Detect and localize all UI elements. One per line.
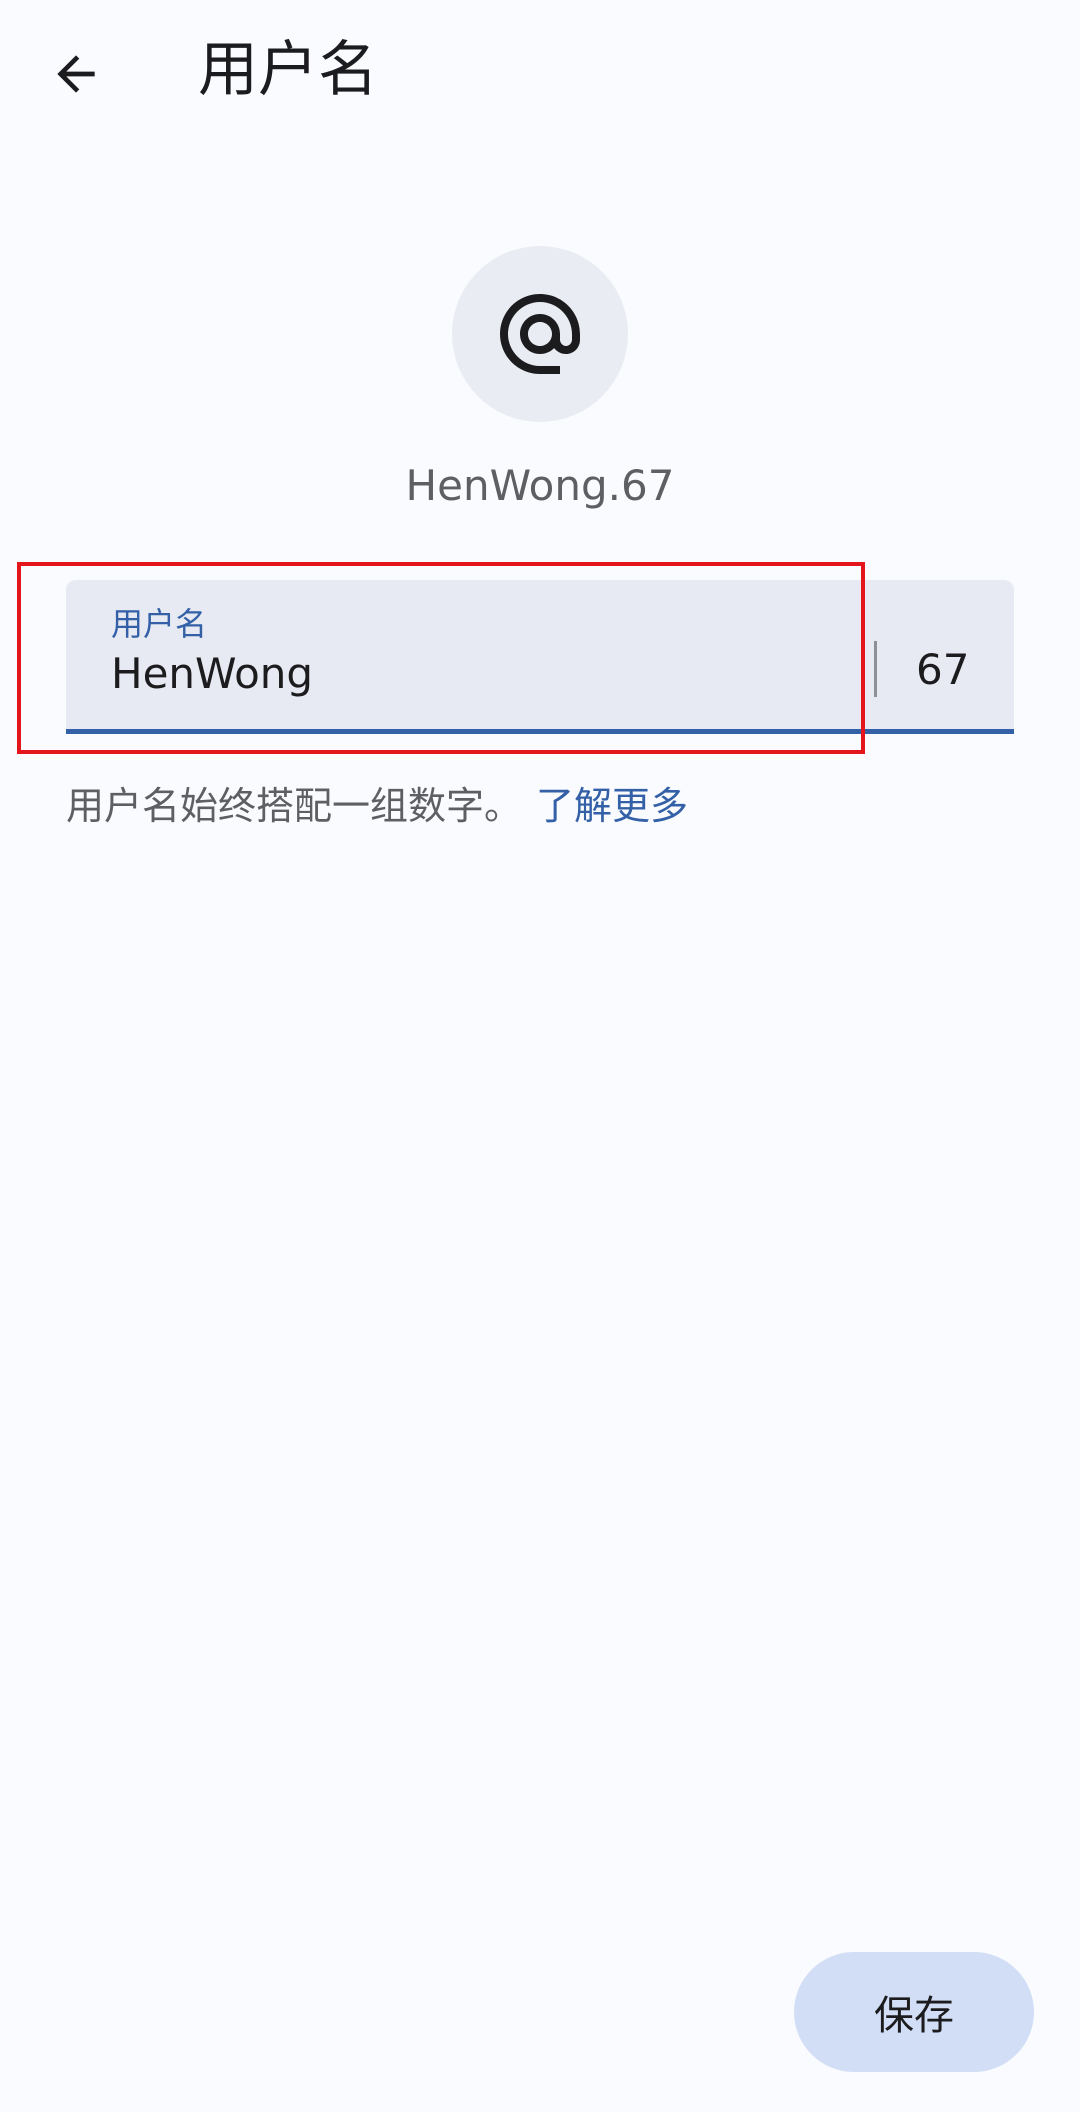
at-avatar <box>452 246 628 422</box>
full-username: HenWong.67 <box>405 461 675 510</box>
helper-text-row: 用户名始终搭配一组数字。 了解更多 <box>66 780 688 832</box>
app-bar: 用户名 <box>0 0 1080 150</box>
username-number-suffix[interactable]: 67 <box>916 642 969 698</box>
arrow-back-icon <box>57 55 95 93</box>
field-divider <box>874 641 877 697</box>
save-button[interactable]: 保存 <box>794 1952 1034 2072</box>
username-input[interactable] <box>111 646 811 702</box>
username-field-label: 用户名 <box>111 605 208 643</box>
helper-text: 用户名始终搭配一组数字。 <box>66 784 523 828</box>
learn-more-link[interactable]: 了解更多 <box>536 784 688 828</box>
username-field[interactable]: 用户名 67 <box>66 580 1014 734</box>
page-title: 用户名 <box>198 35 378 105</box>
back-button[interactable] <box>32 30 120 118</box>
at-sign-icon <box>500 294 580 374</box>
